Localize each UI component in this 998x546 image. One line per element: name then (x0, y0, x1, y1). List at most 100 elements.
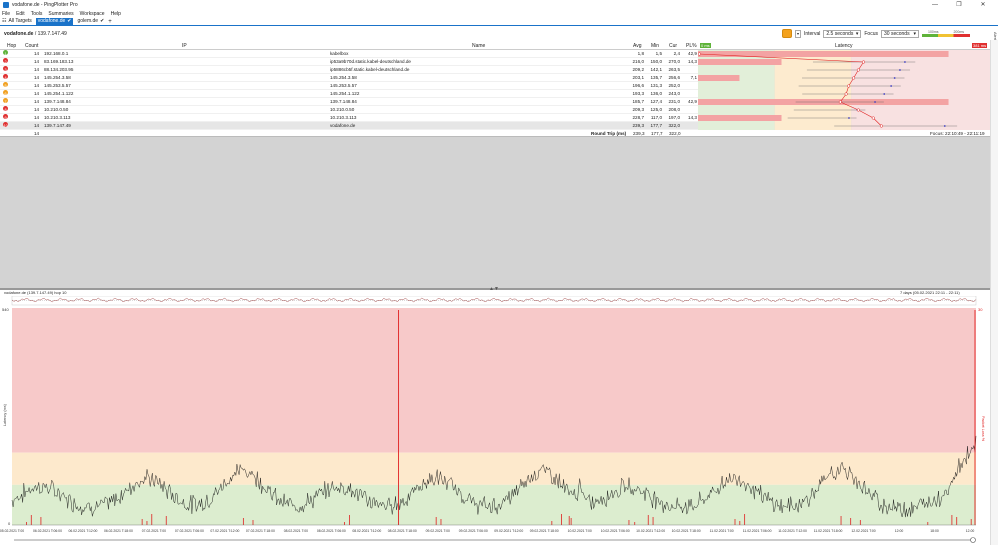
col-hop[interactable]: Hop (7, 43, 16, 49)
row-cur: 208,0 (668, 107, 681, 112)
trace-table: Hop Count IP Name Avg Min Cur PL% 0 ms L… (0, 41, 990, 288)
tab-all-targets[interactable]: ☷ All Targets (0, 18, 34, 25)
col-cur[interactable]: Cur (669, 43, 677, 49)
row-name: vodafone.de (330, 123, 356, 128)
x-axis-tick-label: 08.02.2021 T:06:00 (317, 529, 346, 533)
tab-label: golem.de (77, 18, 99, 24)
chevron-down-icon[interactable]: ▾ (794, 29, 801, 38)
col-avg[interactable]: Avg (633, 43, 642, 49)
row-count: 14 (34, 99, 40, 104)
table-row[interactable]: 8 14 10.210.0.50 10.210.0.50 209,3 125,0 208,0 (0, 106, 698, 114)
summary-label: Round Trip (ms) (591, 131, 627, 136)
x-axis-tick-label: 09.02.2021 T:00 (426, 529, 450, 533)
x-axis-tick-label: 06.02.2021 T:12:00 (68, 529, 97, 533)
x-axis-tick-label: 07.02.2021 T:18:00 (246, 529, 275, 533)
current-latency-dot (904, 61, 906, 63)
col-pl[interactable]: PL% (686, 43, 697, 49)
row-ip: 145.254.3.58 (44, 75, 71, 80)
current-latency-dot (899, 69, 901, 71)
menu-summaries[interactable]: Summaries (48, 11, 73, 17)
row-ip: 139.7.148.84 (44, 99, 71, 104)
x-axis-tick-label: 12.00 (966, 529, 975, 533)
maximize-button[interactable]: ❐ (950, 0, 968, 10)
chevron-down-icon: ▾ (855, 30, 859, 37)
row-avg: 216,0 (632, 59, 645, 64)
minimize-button[interactable]: — (926, 0, 944, 10)
row-ip: 10.210.0.50 (44, 107, 69, 112)
y-axis-right-label: Packet Loss % (981, 416, 985, 442)
right-side-panel (990, 40, 998, 545)
breadcrumb-ip: 139.7.147.49 (37, 30, 67, 37)
menu-edit[interactable]: Edit (16, 11, 25, 17)
row-count: 14 (34, 123, 40, 128)
tab-vodafone[interactable]: vodafone.de ✔ (35, 18, 74, 25)
y-axis-max-label: 540 (2, 307, 9, 312)
row-min: 150,0 (650, 59, 663, 64)
breadcrumb-target[interactable]: vodafone.de (4, 31, 33, 37)
row-pl: 14,3 (688, 59, 697, 64)
interval-value: 2.5 seconds (826, 30, 854, 37)
avg-latency-point (871, 116, 875, 120)
tab-golem[interactable]: golem.de ✔ (75, 18, 106, 25)
avg-latency-point (847, 84, 851, 88)
hop-number: 4 (4, 76, 7, 80)
table-row[interactable]: 10 14 139.7.147.49 vodafone.de 239,3 177,7 322… (0, 122, 698, 130)
close-button[interactable]: ✕ (974, 0, 992, 10)
latency-scale-legend[interactable]: 100ms 200ms (922, 30, 970, 37)
avg-latency-point (844, 92, 848, 96)
row-avg: 1,8 (637, 51, 644, 56)
hop-number: 10 (3, 124, 8, 128)
avg-latency-point (698, 52, 701, 56)
pause-button[interactable] (781, 29, 792, 38)
row-pl: 7,1 (690, 75, 697, 80)
x-axis-tick-label: 10.02.2021 T:18:00 (672, 529, 701, 533)
latency-max-label: 381 ms (972, 43, 988, 48)
menu-help[interactable]: Help (111, 11, 121, 17)
x-axis-tick-label: 12.02.2021 T:00 (851, 529, 875, 533)
timeline-scrollbar[interactable] (0, 537, 990, 543)
row-name: ip5886cb5f.static.kabel-deutschland.de (330, 67, 410, 72)
row-cur: 252,0 (668, 83, 681, 88)
table-row[interactable]: 7 14 139.7.148.84 139.7.148.84 185,7 127,4 231… (0, 98, 698, 106)
warn-latency-zone (12, 452, 976, 485)
grid-icon: ☷ (2, 18, 7, 24)
current-latency-dot (874, 101, 876, 103)
hop-number: 1 (4, 52, 7, 56)
menu-tools[interactable]: Tools (31, 11, 43, 17)
table-row[interactable]: 6 14 145.254.1.122 145.254.1.122 193,3 136,0 2… (0, 90, 698, 98)
row-min: 142,1 (650, 67, 663, 72)
table-row[interactable]: 4 14 145.254.3.58 145.254.3.58 203,1 135,7 256… (0, 74, 698, 82)
add-tab-button[interactable]: + (108, 19, 112, 25)
table-row[interactable]: 3 14 88.134.203.95 ip5886cb5f.static.kabel-… (0, 66, 698, 74)
row-pl: 14,3 (688, 115, 697, 120)
title-bar: vodafone.de - PingPlotter Pro (0, 0, 998, 10)
interval-select[interactable]: 2.5 seconds ▾ (823, 29, 862, 38)
row-min: 177,7 (650, 123, 663, 128)
table-row[interactable]: 2 14 83.169.183.13 ip53a9b70d.static.kabel-… (0, 58, 698, 66)
row-pl: 42,9 (688, 99, 697, 104)
table-row[interactable]: 1 14 192.168.0.1 kabelbox 1,8 1,5 2,4 42,9 (0, 50, 698, 58)
x-axis-tick-label: 08.02.2021 T:12:00 (352, 529, 381, 533)
col-name[interactable]: Name (472, 43, 485, 49)
menu-file[interactable]: File (2, 11, 10, 17)
col-latency[interactable]: Latency (835, 43, 853, 49)
row-min: 125,0 (650, 107, 663, 112)
table-row[interactable]: 9 14 10.210.3.113 10.210.3.113 228,7 117,0 197… (0, 114, 698, 122)
table-row[interactable]: 5 14 145.253.5.57 145.253.5.57 196,6 131,3 252… (0, 82, 698, 90)
window-title: vodafone.de - PingPlotter Pro (12, 2, 78, 8)
col-ip[interactable]: IP (182, 43, 187, 49)
col-min[interactable]: Min (651, 43, 659, 49)
scroll-track (14, 539, 974, 541)
hop-number: 3 (4, 68, 7, 72)
menu-workspace[interactable]: Workspace (80, 11, 105, 17)
current-latency-dot (893, 77, 896, 79)
toolbar-controls: ▾ Interval 2.5 seconds ▾ Focus 30 seconds… (781, 28, 970, 39)
row-count: 14 (34, 115, 40, 120)
latency-graph-panel[interactable] (698, 50, 990, 130)
x-axis-tick-label: 10.02.2021 T:00 (568, 529, 592, 533)
scroll-thumb[interactable] (970, 537, 976, 543)
timeline-graph[interactable]: 540 30 Latency (ms) Packet Loss % 0 05.02.202… (0, 296, 990, 538)
col-count[interactable]: Count (25, 43, 38, 49)
tab-label: vodafone.de (37, 18, 66, 24)
focus-select[interactable]: 30 seconds ▾ (881, 29, 919, 38)
